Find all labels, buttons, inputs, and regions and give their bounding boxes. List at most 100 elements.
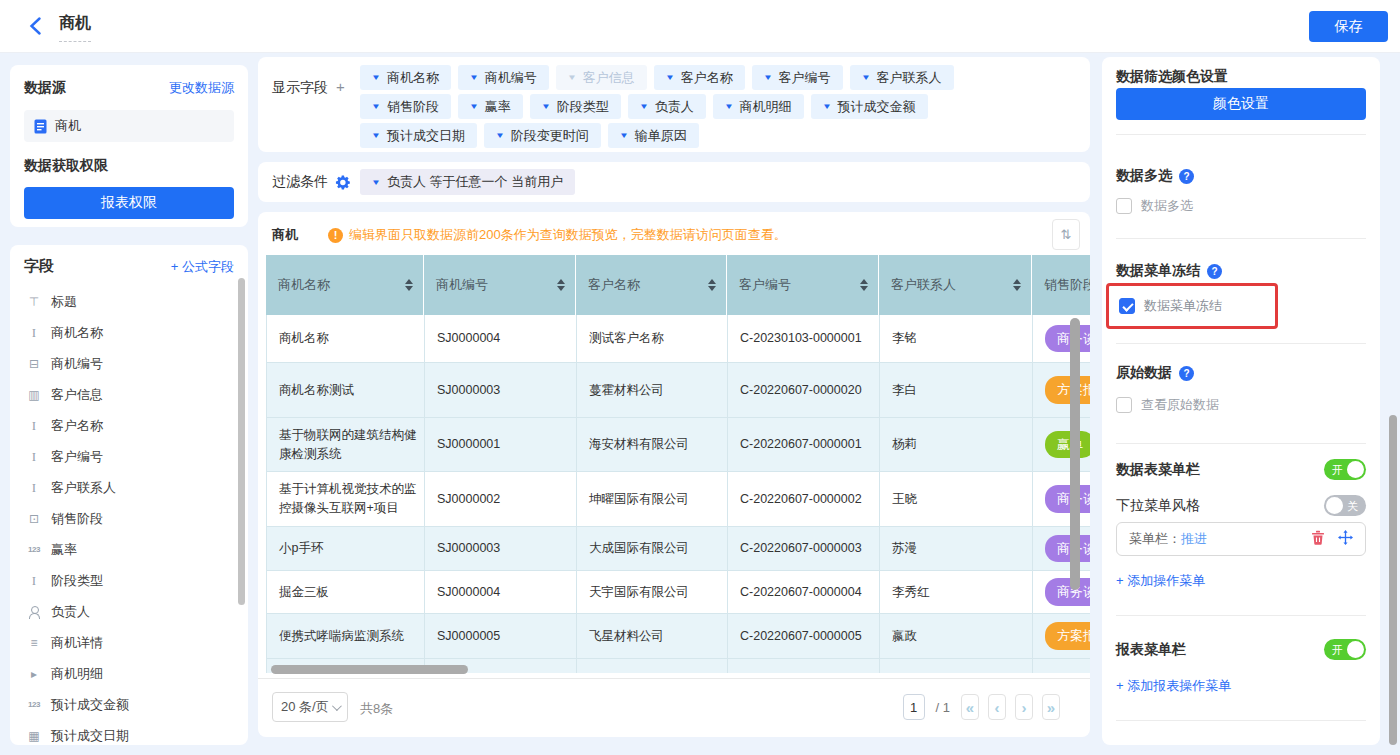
add-display-field-button[interactable]: + [336, 78, 345, 95]
first-page-button[interactable]: « [961, 694, 979, 720]
column-header[interactable]: 客户联系人 [879, 255, 1032, 315]
column-header[interactable]: 商机编号 [424, 255, 576, 315]
table-row[interactable]: 商机名称测试SJ0000003蔓霍材料公司C-20220607-0000020李… [266, 363, 1090, 418]
field-item[interactable]: 负责人 [24, 596, 234, 627]
display-field-chip[interactable]: ▼商机明细 [713, 94, 804, 119]
table-cell-stage: 方案报价 [1033, 614, 1090, 659]
display-field-chip[interactable]: ▼客户编号 [752, 65, 843, 90]
table-row[interactable]: 商机名称SJ0000004测试客户名称C-20230103-0000001李铭商… [266, 315, 1090, 363]
sort-order-button[interactable]: ⇅ [1052, 219, 1080, 250]
menu-item-row[interactable]: 菜单栏：推进 [1116, 522, 1366, 556]
report-menubar-toggle[interactable]: 开 [1324, 639, 1366, 660]
field-item[interactable]: 123预计成交金额 [24, 689, 234, 720]
prev-page-button[interactable]: ‹ [988, 694, 1006, 720]
field-item[interactable]: ≡商机详情 [24, 627, 234, 658]
table-cell: 杨莉 [880, 418, 1033, 472]
display-field-chip[interactable]: ▼预计成交日期 [360, 123, 477, 148]
field-item[interactable]: ▸商机明细 [24, 658, 234, 689]
page-title[interactable]: 商机 [59, 13, 91, 42]
field-item[interactable]: ⊟商机编号 [24, 348, 234, 379]
sort-arrows-icon[interactable] [405, 279, 413, 291]
page-scrollbar[interactable] [1389, 415, 1397, 745]
text-icon: I [24, 418, 44, 434]
display-field-chip[interactable]: ▼阶段类型 [530, 94, 621, 119]
table-cell: C-20220607-0000001 [728, 418, 880, 472]
report-menubar-title: 报表菜单栏 [1116, 641, 1186, 659]
page-size-select[interactable]: 20 条/页 [272, 692, 348, 722]
table-menubar-toggle[interactable]: 开 [1324, 459, 1366, 480]
formula-field-link[interactable]: + 公式字段 [171, 258, 234, 276]
next-page-button[interactable]: › [1015, 694, 1033, 720]
column-header[interactable]: 商机名称 [266, 255, 424, 315]
display-field-chip[interactable]: ▼客户名称 [654, 65, 745, 90]
display-field-chip[interactable]: ▼客户信息 [556, 65, 647, 90]
table-row[interactable]: 小p手环SJ0000003大成国际有限公司C-20220607-0000003苏… [266, 527, 1090, 571]
table-cell: 嬴政 [880, 614, 1033, 659]
field-item[interactable]: ▦预计成交日期 [24, 720, 234, 745]
save-button[interactable]: 保存 [1309, 11, 1388, 42]
table-row[interactable]: 便携式哮喘病监测系统SJ0000005飞星材料公司C-20220607-0000… [266, 614, 1090, 659]
change-datasource-link[interactable]: 更改数据源 [169, 79, 234, 97]
dropdown-style-label: 下拉菜单风格 [1116, 497, 1200, 515]
filter-condition-chip[interactable]: ▼负责人 等于任意一个 当前用户 [360, 169, 575, 195]
table-cell: 测试客户名称 [577, 315, 728, 363]
field-item[interactable]: ▥客户信息 [24, 379, 234, 410]
field-item[interactable]: ⊤标题 [24, 286, 234, 317]
raw-data-checkbox-row[interactable]: 查看原始数据 [1116, 396, 1219, 414]
column-header[interactable]: 客户名称 [576, 255, 727, 315]
field-item-label: 预计成交日期 [51, 727, 129, 745]
display-field-chip[interactable]: ▼客户联系人 [850, 65, 954, 90]
dropdown-style-toggle[interactable]: 关 [1324, 495, 1366, 516]
display-field-chip[interactable]: ▼预计成交金额 [811, 94, 928, 119]
add-report-menu-link[interactable]: + 添加报表操作菜单 [1116, 677, 1231, 695]
display-field-chip[interactable]: ▼输单原因 [608, 123, 699, 148]
field-item[interactable]: I客户编号 [24, 441, 234, 472]
table-row[interactable]: 掘金三板SJ0000004天宇国际有限公司C-20220607-0000004李… [266, 571, 1090, 614]
column-header[interactable]: 客户编号 [727, 255, 879, 315]
help-icon[interactable]: ? [1207, 264, 1222, 279]
display-field-chip[interactable]: ▼销售阶段 [360, 94, 451, 119]
table-row[interactable]: 基于计算机视觉技术的监控摄像头互联网+项目SJ0000002坤曜国际有限公司C-… [266, 472, 1090, 527]
table-row[interactable]: 基于物联网的建筑结构健康检测系统SJ0000001海安材料有限公司C-20220… [266, 418, 1090, 472]
menu-freeze-checkbox-row[interactable]: 数据菜单冻结 [1119, 297, 1222, 315]
field-item[interactable]: I商机名称 [24, 317, 234, 348]
table-cell-stage: 赢单 [1033, 418, 1090, 472]
table-horizontal-scrollbar[interactable] [271, 665, 468, 674]
field-item[interactable]: I客户联系人 [24, 472, 234, 503]
sort-arrows-icon[interactable] [860, 279, 868, 291]
multi-select-checkbox-row[interactable]: 数据多选 [1116, 197, 1193, 215]
datasource-item[interactable]: 商机 [24, 110, 234, 142]
page-number-input[interactable]: 1 [903, 694, 925, 720]
display-field-chip[interactable]: ▼商机编号 [458, 65, 549, 90]
total-count: 共8条 [360, 700, 393, 718]
sort-arrows-icon[interactable] [1013, 279, 1021, 291]
column-header[interactable]: 销售阶段 [1032, 255, 1090, 315]
caret-down-icon: ▼ [619, 131, 629, 140]
trash-icon[interactable] [1311, 530, 1325, 548]
gear-icon[interactable] [335, 175, 350, 190]
help-icon[interactable]: ? [1179, 366, 1194, 381]
add-menu-link[interactable]: + 添加操作菜单 [1116, 572, 1205, 590]
field-item[interactable]: I客户名称 [24, 410, 234, 441]
sort-arrows-icon[interactable] [557, 279, 565, 291]
table-cell: SJ0000001 [425, 418, 577, 472]
help-icon[interactable]: ? [1179, 169, 1194, 184]
table-vertical-scrollbar[interactable] [1070, 318, 1080, 590]
table-cell: SJ0000003 [425, 363, 577, 418]
sort-arrows-icon[interactable] [708, 279, 716, 291]
text-icon: I [24, 325, 44, 341]
display-field-chip[interactable]: ▼赢率 [458, 94, 523, 119]
display-field-chip[interactable]: ▼商机名称 [360, 65, 451, 90]
field-item[interactable]: 123赢率 [24, 534, 234, 565]
display-field-chip[interactable]: ▼负责人 [628, 94, 706, 119]
fields-scrollbar[interactable] [238, 278, 245, 605]
last-page-button[interactable]: » [1042, 694, 1060, 720]
move-icon[interactable] [1338, 530, 1353, 548]
field-item[interactable]: ⊡销售阶段 [24, 503, 234, 534]
display-field-chip[interactable]: ▼阶段变更时间 [484, 123, 601, 148]
field-item[interactable]: I阶段类型 [24, 565, 234, 596]
subform-icon: ▸ [24, 667, 44, 681]
color-setting-button[interactable]: 颜色设置 [1116, 88, 1366, 120]
report-permission-button[interactable]: 报表权限 [24, 187, 234, 219]
back-icon[interactable] [28, 17, 42, 35]
